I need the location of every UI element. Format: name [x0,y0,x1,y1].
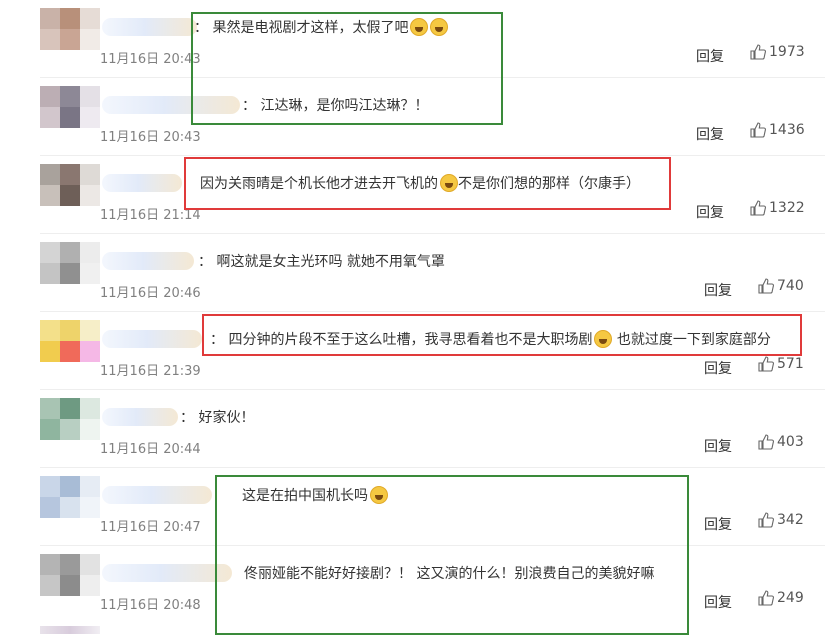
reply-button[interactable]: 回复 [704,358,732,378]
username-blurred[interactable] [102,564,232,582]
username-blurred[interactable] [102,408,178,426]
avatar[interactable] [40,320,100,362]
like-button[interactable]: 1436 [750,122,805,138]
username-blurred[interactable] [102,174,182,192]
thumbs-up-icon [758,512,774,528]
comment-text: 这是在拍中国机长吗 [242,486,388,506]
comment-text-main: ： 果然是电视剧才这样，太假了吧 [194,20,409,36]
comment-text: 因为关雨晴是个机长他才进去开飞机的 不是你们想的那样（尔康手） [200,174,640,194]
comment-text: ： 江达琳，是你吗江达琳？！ [242,96,428,116]
reply-button[interactable]: 回复 [696,46,724,66]
comment-row: 佟丽娅能不能好好接剧？！ 这又演的什么！别浪费自己的美貌好嘛 11月16日 20… [0,546,825,624]
comment-text-main: ： 好家伙！ [180,410,255,426]
avatar[interactable] [40,86,100,128]
like-count: 740 [777,278,804,294]
comment-row: ： 四分钟的片段不至于这么吐槽，我寻思看着也不是大职场剧 也就过度一下到家庭部分… [0,312,825,390]
avatar[interactable] [40,8,100,50]
timestamp: 11月16日 20:44 [100,442,201,457]
like-button[interactable]: 740 [758,278,804,294]
comment-row: ： 啊这就是女主光环吗 就她不用氧气罩 11月16日 20:46 回复 740 [0,234,825,312]
thumbs-up-icon [758,434,774,450]
like-button[interactable]: 249 [758,590,804,606]
reply-button[interactable]: 回复 [704,280,732,300]
timestamp: 11月16日 20:47 [100,520,201,535]
like-count: 1436 [769,122,805,138]
thumbs-up-icon [758,356,774,372]
comment-row: ： 果然是电视剧才这样，太假了吧 11月16日 20:43 回复 1973 [0,0,825,78]
avatar[interactable] [40,164,100,206]
reply-button[interactable]: 回复 [704,514,732,534]
thumbs-up-icon [758,590,774,606]
like-count: 1973 [769,44,805,60]
reply-button[interactable]: 回复 [704,592,732,612]
reply-button[interactable]: 回复 [696,202,724,222]
reply-button[interactable]: 回复 [696,124,724,144]
comment-text: ： 果然是电视剧才这样，太假了吧 [194,18,449,38]
comment-text-main: 这是在拍中国机长吗 [242,488,368,504]
comment-text-main: ： 江达琳，是你吗江达琳？！ [242,98,429,114]
comment-text-main: ： 啊这就是女主光环吗 就她不用氧气罩 [198,254,445,270]
laugh-emoji-icon [430,18,449,36]
avatar[interactable] [40,476,100,518]
like-count: 403 [777,434,804,450]
comment-text-after: 也就过度一下到家庭部分 [612,332,771,348]
like-button[interactable]: 342 [758,512,804,528]
thumbs-up-icon [750,122,766,138]
username-blurred[interactable] [102,252,194,270]
avatar[interactable] [40,554,100,596]
timestamp: 11月16日 21:39 [100,364,201,379]
thumbs-up-icon [758,278,774,294]
timestamp: 11月16日 20:46 [100,286,201,301]
like-button[interactable]: 1973 [750,44,805,60]
username-blurred[interactable] [102,330,202,348]
laugh-emoji-icon [410,18,429,36]
comment-text-after: 不是你们想的那样（尔康手） [458,176,640,192]
like-count: 342 [777,512,804,528]
timestamp: 11月16日 20:43 [100,130,201,145]
comment-row: ： 江达琳，是你吗江达琳？！ 11月16日 20:43 回复 1436 [0,78,825,156]
comment-text: ： 啊这就是女主光环吗 就她不用氧气罩 [198,252,445,272]
comment-text-main: 因为关雨晴是个机长他才进去开飞机的 [200,176,438,192]
comment-row: 因为关雨晴是个机长他才进去开飞机的 不是你们想的那样（尔康手） 11月16日 21… [0,156,825,234]
comment-text-main: 佟丽娅能不能好好接剧？！ 这又演的什么！别浪费自己的美貌好嘛 [244,566,655,582]
comment-text: ： 四分钟的片段不至于这么吐槽，我寻思看着也不是大职场剧 也就过度一下到家庭部分 [210,330,771,350]
avatar[interactable] [40,242,100,284]
laugh-emoji-icon [594,330,613,348]
comment-text-main: ： 四分钟的片段不至于这么吐槽，我寻思看着也不是大职场剧 [210,332,593,348]
comment-text: 佟丽娅能不能好好接剧？！ 这又演的什么！别浪费自己的美貌好嘛 [244,564,654,584]
like-button[interactable]: 571 [758,356,804,372]
thumbs-up-icon [750,44,766,60]
thumbs-up-icon [750,200,766,216]
laugh-emoji-icon [440,174,458,192]
like-count: 249 [777,590,804,606]
reply-button[interactable]: 回复 [704,436,732,456]
username-blurred[interactable] [102,96,240,114]
like-button[interactable]: 403 [758,434,804,450]
like-button[interactable]: 1322 [750,200,805,216]
username-blurred[interactable] [102,18,197,36]
timestamp: 11月16日 20:43 [100,52,201,67]
timestamp: 11月16日 20:48 [100,598,201,613]
laugh-emoji-icon [370,486,388,504]
avatar[interactable] [40,398,100,440]
like-count: 571 [777,356,804,372]
comment-row: 这是在拍中国机长吗 11月16日 20:47 回复 342 [0,468,825,546]
timestamp: 11月16日 21:14 [100,208,201,223]
avatar-partial [40,626,100,634]
comment-text: ： 好家伙！ [180,408,254,428]
username-blurred[interactable] [102,486,212,504]
like-count: 1322 [769,200,805,216]
comment-row: ： 好家伙！ 11月16日 20:44 回复 403 [0,390,825,468]
